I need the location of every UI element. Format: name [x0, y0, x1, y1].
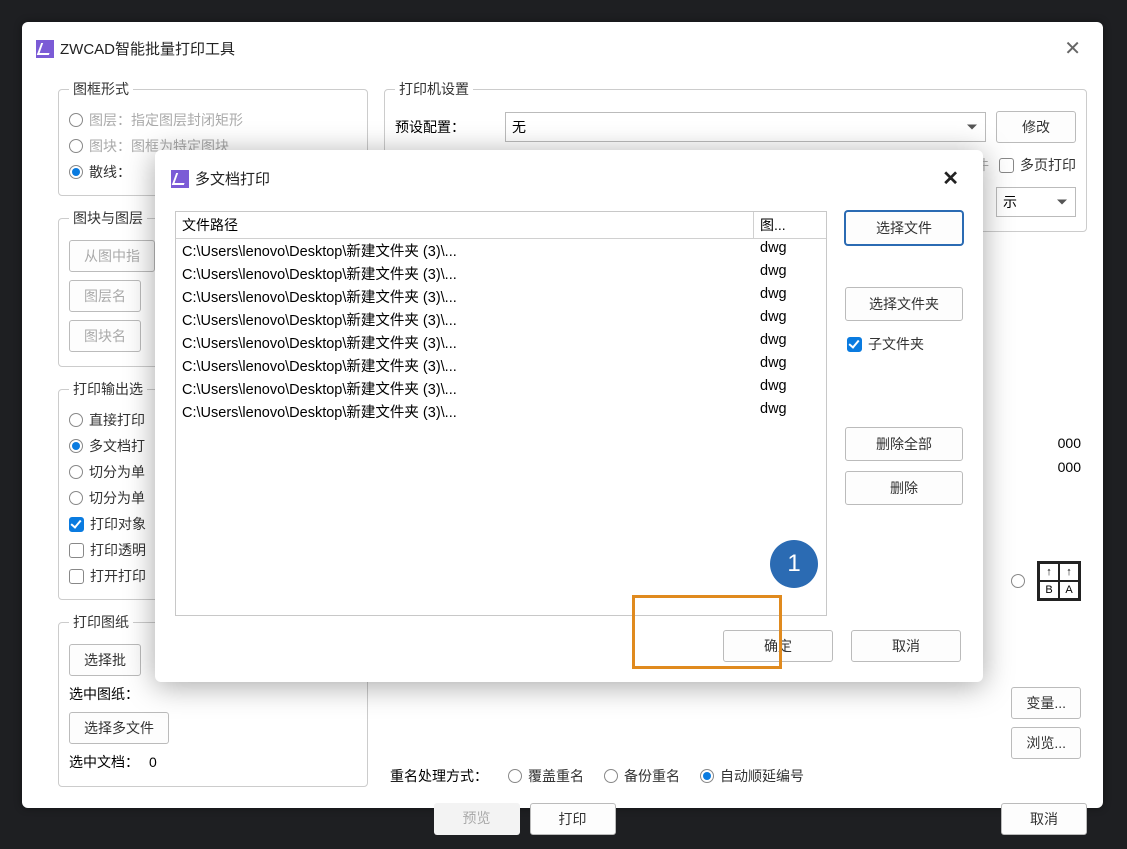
subfolder-check[interactable]: 子文件夹: [845, 331, 963, 357]
rename-row: 重名处理方式： 覆盖重名 备份重名 自动顺延编号: [384, 759, 1087, 793]
file-ext-cell: dwg: [754, 400, 826, 423]
output-options-legend: 打印输出选: [69, 379, 147, 399]
layer-name-button[interactable]: 图层名: [69, 280, 141, 312]
file-ext-cell: dwg: [754, 377, 826, 400]
file-row[interactable]: C:\Users\lenovo\Desktop\新建文件夹 (3)\...dwg: [176, 308, 826, 331]
file-row[interactable]: C:\Users\lenovo\Desktop\新建文件夹 (3)\...dwg: [176, 354, 826, 377]
print-sheet-legend: 打印图纸: [69, 612, 133, 632]
file-ext-cell: dwg: [754, 239, 826, 262]
file-ext-cell: dwg: [754, 331, 826, 354]
file-ext-cell: dwg: [754, 285, 826, 308]
frame-layer-option[interactable]: 图层：指定图层封闭矩形: [69, 107, 357, 133]
dialog-icon: [171, 170, 189, 188]
rename-overwrite-option[interactable]: 覆盖重名: [508, 763, 584, 789]
file-path-cell: C:\Users\lenovo\Desktop\新建文件夹 (3)\...: [176, 377, 754, 400]
main-title: ZWCAD智能批量打印工具: [60, 38, 235, 59]
select-batch-button[interactable]: 选择批: [69, 644, 141, 676]
col-type-header: 图...: [754, 212, 826, 238]
preset-select[interactable]: 无: [505, 112, 986, 142]
print-button[interactable]: 打印: [530, 803, 616, 835]
selected-doc-value: 0: [149, 754, 157, 770]
select-folder-button[interactable]: 选择文件夹: [845, 287, 963, 321]
file-path-cell: C:\Users\lenovo\Desktop\新建文件夹 (3)\...: [176, 285, 754, 308]
dialog-title: 多文档打印: [195, 168, 270, 189]
block-name-button[interactable]: 图块名: [69, 320, 141, 352]
cancel-button[interactable]: 取消: [1001, 803, 1087, 835]
block-layer-legend: 图块与图层: [69, 208, 147, 228]
file-path-cell: C:\Users\lenovo\Desktop\新建文件夹 (3)\...: [176, 400, 754, 423]
select-file-button[interactable]: 选择文件: [845, 211, 963, 245]
file-path-cell: C:\Users\lenovo\Desktop\新建文件夹 (3)\...: [176, 354, 754, 377]
preview-button[interactable]: 预览: [434, 803, 520, 835]
preset-label: 预设配置：: [395, 117, 495, 137]
file-path-cell: C:\Users\lenovo\Desktop\新建文件夹 (3)\...: [176, 331, 754, 354]
pick-from-drawing-button[interactable]: 从图中指: [69, 240, 155, 272]
file-list-table[interactable]: 文件路径 图... C:\Users\lenovo\Desktop\新建文件夹 …: [175, 211, 827, 616]
file-ext-cell: dwg: [754, 308, 826, 331]
file-row[interactable]: C:\Users\lenovo\Desktop\新建文件夹 (3)\...dwg: [176, 331, 826, 354]
multi-doc-print-dialog: 多文档打印 ✕ 文件路径 图... C:\Users\lenovo\Deskto…: [155, 150, 983, 682]
select-multi-file-button[interactable]: 选择多文件: [69, 712, 169, 744]
browse-button[interactable]: 浏览...: [1011, 727, 1081, 759]
dialog-cancel-button[interactable]: 取消: [851, 630, 961, 662]
ba-radio[interactable]: [1011, 574, 1025, 588]
file-path-cell: C:\Users\lenovo\Desktop\新建文件夹 (3)\...: [176, 239, 754, 262]
modify-button[interactable]: 修改: [996, 111, 1076, 143]
app-icon: [36, 40, 54, 58]
rename-auto-option[interactable]: 自动顺延编号: [700, 763, 804, 789]
file-row[interactable]: C:\Users\lenovo\Desktop\新建文件夹 (3)\...dwg: [176, 377, 826, 400]
file-row[interactable]: C:\Users\lenovo\Desktop\新建文件夹 (3)\...dwg: [176, 400, 826, 423]
dialog-close-icon[interactable]: ✕: [934, 162, 967, 195]
multipage-check[interactable]: 多页打印: [999, 155, 1076, 175]
ok-button[interactable]: 确定: [723, 630, 833, 662]
num-field-2: 000: [1058, 459, 1081, 475]
file-path-cell: C:\Users\lenovo\Desktop\新建文件夹 (3)\...: [176, 262, 754, 285]
file-ext-cell: dwg: [754, 262, 826, 285]
file-ext-cell: dwg: [754, 354, 826, 377]
rename-label: 重名处理方式：: [390, 766, 488, 786]
delete-all-button[interactable]: 删除全部: [845, 427, 963, 461]
col-path-header: 文件路径: [176, 212, 754, 238]
file-row[interactable]: C:\Users\lenovo\Desktop\新建文件夹 (3)\...dwg: [176, 262, 826, 285]
variable-button[interactable]: 变量...: [1011, 687, 1081, 719]
close-icon[interactable]: ✕: [1056, 32, 1089, 65]
rename-backup-option[interactable]: 备份重名: [604, 763, 680, 789]
selected-sheet-label: 选中图纸：: [69, 680, 357, 708]
printer-settings-legend: 打印机设置: [395, 79, 473, 99]
file-row[interactable]: C:\Users\lenovo\Desktop\新建文件夹 (3)\...dwg: [176, 285, 826, 308]
ba-layout-icon[interactable]: ↑↑BA: [1037, 561, 1081, 601]
display-select[interactable]: 示: [996, 187, 1076, 217]
frame-form-legend: 图框形式: [69, 79, 133, 99]
main-titlebar: ZWCAD智能批量打印工具 ✕: [22, 22, 1103, 75]
delete-button[interactable]: 删除: [845, 471, 963, 505]
num-field-1: 000: [1058, 435, 1081, 451]
selected-doc-label: 选中文档：: [69, 752, 139, 772]
file-row[interactable]: C:\Users\lenovo\Desktop\新建文件夹 (3)\...dwg: [176, 239, 826, 262]
annotation-step-badge: 1: [770, 540, 818, 588]
file-path-cell: C:\Users\lenovo\Desktop\新建文件夹 (3)\...: [176, 308, 754, 331]
main-footer: 预览 打印 取消: [22, 793, 1103, 849]
